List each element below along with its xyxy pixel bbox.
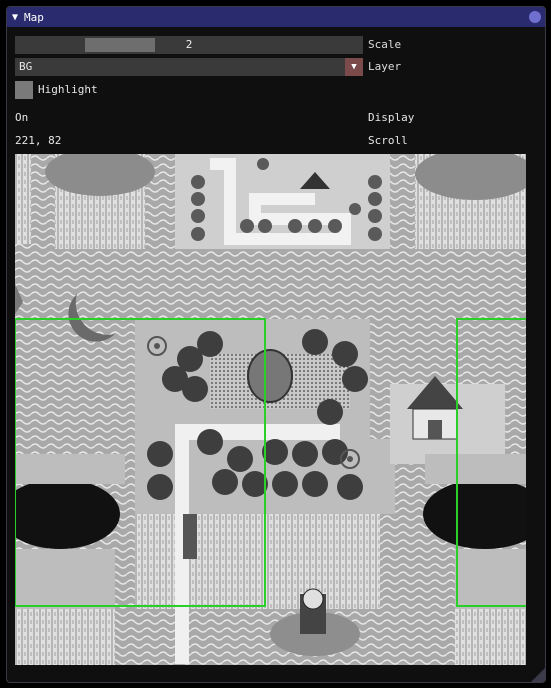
layer-combo[interactable]: BG ▼ [15, 58, 363, 76]
tilemap-view[interactable] [15, 154, 526, 665]
close-button[interactable] [529, 11, 541, 23]
scroll-label: Scroll [368, 134, 408, 147]
display-label: Display [368, 111, 415, 124]
scale-slider[interactable]: 2 [15, 36, 363, 54]
highlight-label: Highlight [38, 83, 98, 96]
collapse-triangle-icon[interactable]: ▼ [12, 12, 18, 23]
display-value: On [15, 111, 29, 124]
scroll-value: 221, 82 [15, 134, 62, 147]
window-title: Map [24, 10, 44, 24]
highlight-checkbox[interactable] [15, 81, 33, 99]
title-bar[interactable]: ▼ Map [7, 7, 545, 27]
scale-value: 2 [185, 38, 193, 51]
scale-label: Scale [368, 38, 402, 51]
tilemap-image [15, 154, 526, 665]
layer-label: Layer [368, 60, 402, 73]
layer-value: BG [19, 60, 33, 73]
chevron-down-icon[interactable]: ▼ [345, 58, 363, 76]
map-window: ▼ Map 2 Scale BG ▼ Layer Highlight On Di… [6, 6, 546, 683]
resize-grip-icon[interactable] [531, 668, 545, 682]
